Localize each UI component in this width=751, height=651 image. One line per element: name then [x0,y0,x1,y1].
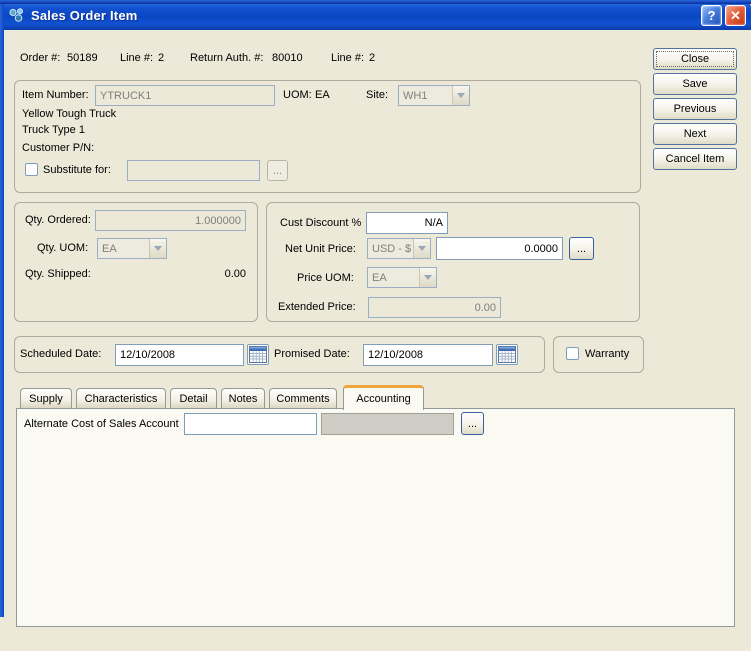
tab-accounting[interactable]: Accounting [343,385,424,410]
qty-uom-label: Qty. UOM: [37,242,89,254]
qty-uom-combobox: EA [97,238,167,259]
qty-ordered-label: Qty. Ordered: [25,214,91,226]
help-button[interactable]: ? [701,5,722,26]
line-number-label: Line #: [120,52,154,64]
return-line-number-label: Line #: [331,52,365,64]
warranty-checkbox[interactable] [566,347,579,360]
substitute-label: Substitute for: [43,164,111,176]
app-icon [8,7,25,23]
customer-pn-label: Customer P/N: [22,142,95,154]
qty-uom-combobox-value: EA [102,242,117,255]
alt-cos-account-field[interactable] [184,413,317,435]
return-auth-label: Return Auth. #: [190,52,264,64]
alt-cos-account-description-field [321,413,454,435]
currency-combobox: USD - $ [367,238,431,259]
promised-date-label: Promised Date: [274,348,350,360]
chevron-down-icon [149,239,166,258]
order-number-value: 50189 [67,52,98,64]
qty-ordered-field [95,210,246,231]
price-uom-combobox-value: EA [372,271,387,284]
alt-cos-account-label: Alternate Cost of Sales Account [24,418,179,430]
substitute-lookup-button: ... [267,160,288,181]
scheduled-date-calendar-icon[interactable] [247,344,269,365]
window-border-right [0,0,4,617]
item-number-field [95,85,275,106]
tab-comments[interactable]: Comments [269,388,337,408]
site-combobox-value: WH1 [403,89,428,102]
extended-price-label: Extended Price: [278,301,356,313]
substitute-checkbox[interactable] [25,163,38,176]
currency-combobox-value: USD - $ [372,242,412,255]
accounting-tab-pane [16,408,735,627]
close-button[interactable]: Close [653,48,737,70]
promised-date-field[interactable] [363,344,493,366]
item-description2: Truck Type 1 [22,124,85,136]
tab-notes[interactable]: Notes [221,388,265,408]
net-unit-price-field[interactable] [436,237,563,260]
tab-detail[interactable]: Detail [170,388,217,408]
window-border-bottom [0,0,751,4]
scheduled-date-label: Scheduled Date: [20,348,102,360]
save-button[interactable]: Save [653,73,737,95]
previous-button[interactable]: Previous [653,98,737,120]
qty-shipped-label: Qty. Shipped: [25,268,91,280]
tab-characteristics[interactable]: Characteristics [76,388,166,408]
substitute-field [127,160,260,181]
qty-shipped-value: 0.00 [224,268,246,280]
uom-value: EA [315,89,330,101]
item-description1: Yellow Tough Truck [22,108,117,120]
window-title: Sales Order Item [31,7,138,23]
item-number-label: Item Number: [22,89,89,101]
chevron-down-icon [413,239,430,258]
window-close-button[interactable]: ✕ [725,5,746,26]
order-number-label: Order #: [20,52,61,64]
uom-label: UOM: [283,89,312,101]
promised-date-calendar-icon[interactable] [496,344,518,365]
return-auth-value: 80010 [272,52,303,64]
sales-order-item-window: Sales Order Item ? ✕ Order #: 50189 Line… [0,0,751,651]
price-uom-label: Price UOM: [297,272,354,284]
scheduled-date-field[interactable] [115,344,244,366]
cust-discount-label: Cust Discount % [280,217,362,229]
titlebar: Sales Order Item [0,0,751,30]
price-uom-combobox: EA [367,267,437,288]
line-number-value: 2 [158,52,165,64]
return-line-number-value: 2 [369,52,376,64]
net-unit-price-label: Net Unit Price: [285,243,356,255]
chevron-down-icon [452,86,469,105]
next-button[interactable]: Next [653,123,737,145]
warranty-label: Warranty [585,348,630,360]
tab-supply[interactable]: Supply [20,388,72,408]
alt-cos-account-lookup-button[interactable]: ... [461,412,484,435]
site-label: Site: [366,89,389,101]
price-list-button[interactable]: ... [569,237,594,260]
cust-discount-field[interactable] [366,212,448,234]
chevron-down-icon [419,268,436,287]
extended-price-field [368,297,501,318]
cancel-item-button[interactable]: Cancel Item [653,148,737,170]
site-combobox: WH1 [398,85,470,106]
